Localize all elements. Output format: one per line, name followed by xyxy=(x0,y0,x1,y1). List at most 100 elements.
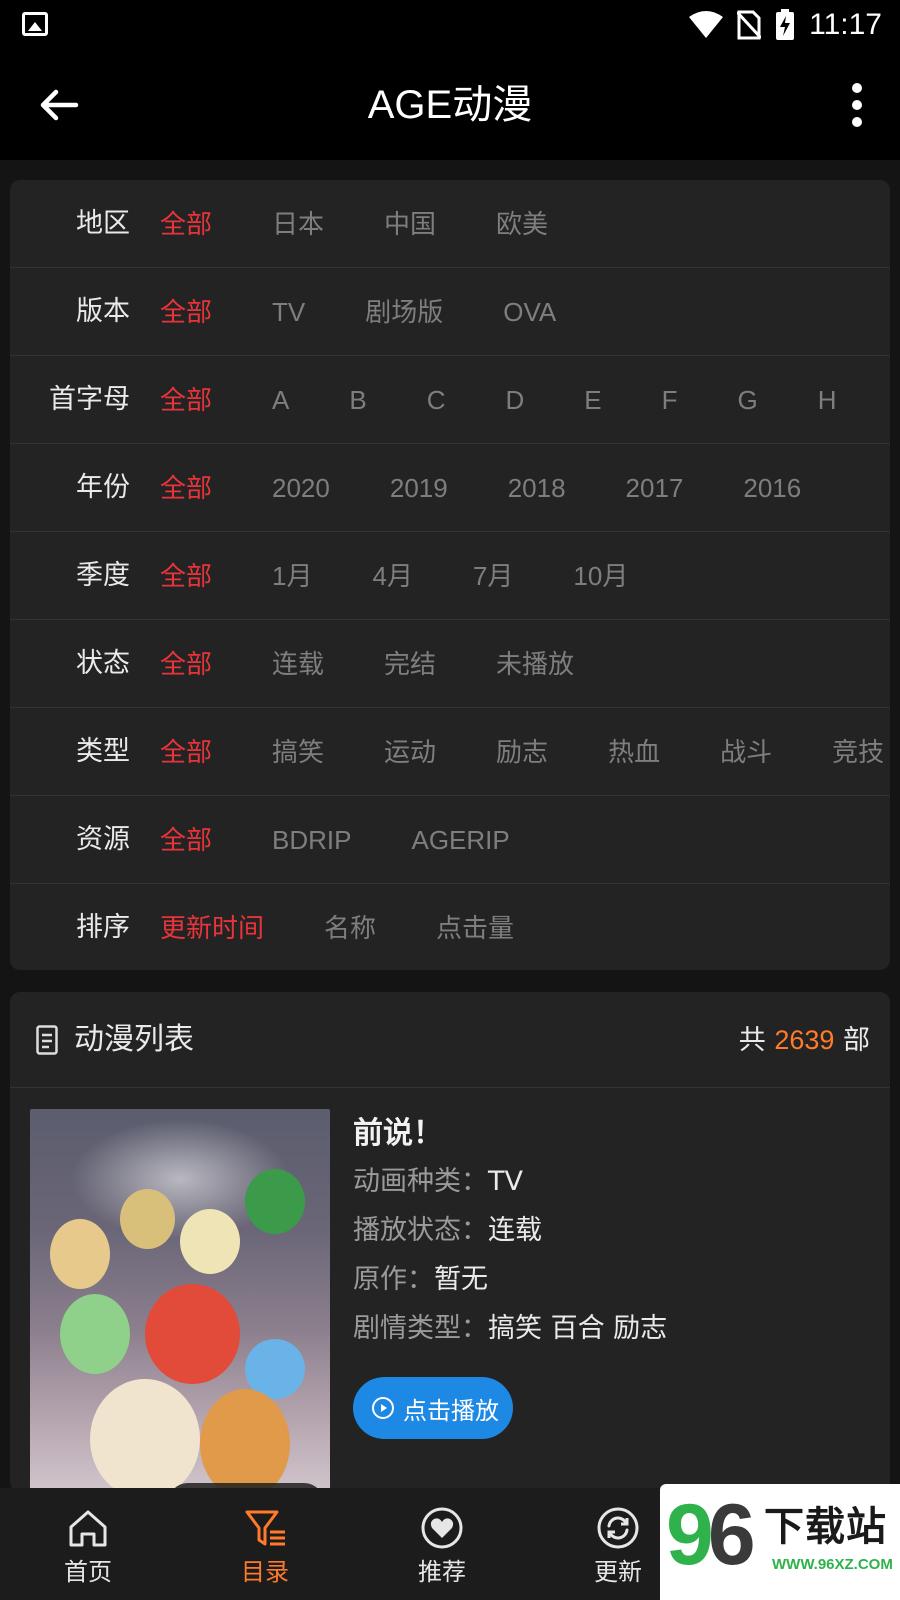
filter-option[interactable]: TV xyxy=(272,268,305,356)
filter-list-icon xyxy=(245,1510,285,1546)
filter-option[interactable]: 1月 xyxy=(272,532,312,620)
status-icons: 11:17 xyxy=(689,8,882,42)
play-button[interactable]: 点击播放 xyxy=(353,1377,513,1439)
filter-option[interactable]: 欧美 xyxy=(496,180,548,268)
refresh-icon xyxy=(597,1507,639,1549)
filter-option[interactable]: 未播放 xyxy=(496,620,574,708)
filter-row: 状态 全部 连载 完结 未播放 xyxy=(10,620,890,708)
watermark-96: 96 xyxy=(666,1487,756,1583)
filter-option[interactable]: 2018 xyxy=(508,444,566,532)
filter-option[interactable]: D xyxy=(505,356,524,444)
field-genre: 剧情类型：搞笑 百合 励志 xyxy=(353,1313,668,1344)
anime-list-card: 动漫列表 共 2639 部 02:00 第6话 前说！ 动画种类：TV 播放状态… xyxy=(10,992,890,1492)
filter-option[interactable]: H xyxy=(818,356,837,444)
filter-options: 更新时间 名称 点击量 xyxy=(160,884,574,970)
clock: 11:17 xyxy=(809,8,882,41)
filter-option[interactable]: 全部 xyxy=(160,620,212,708)
filter-option[interactable]: 4月 xyxy=(372,532,412,620)
filter-options: 全部 连载 完结 未播放 xyxy=(160,620,634,708)
filter-option[interactable]: 更新时间 xyxy=(160,884,264,970)
list-title: 动漫列表 xyxy=(74,1022,194,1057)
gallery-notification-icon xyxy=(22,12,48,36)
status-bar: 11:17 xyxy=(0,0,900,50)
filter-option[interactable]: 战斗 xyxy=(720,708,772,796)
filter-option[interactable]: 全部 xyxy=(160,532,212,620)
filter-option[interactable]: E xyxy=(584,356,601,444)
filter-option[interactable]: 全部 xyxy=(160,444,212,532)
filter-option[interactable]: 7月 xyxy=(473,532,513,620)
watermark-logo: 96 下载站 WWW.96XZ.COM xyxy=(660,1484,900,1600)
document-icon xyxy=(36,1025,58,1055)
count-number: 2639 xyxy=(774,1025,835,1055)
filter-option[interactable]: 全部 xyxy=(160,180,212,268)
nav-catalog[interactable]: 目录 xyxy=(195,1488,335,1600)
filter-option[interactable]: 全部 xyxy=(160,356,212,444)
field-type: 动画种类：TV xyxy=(353,1166,523,1197)
filter-option[interactable]: 点击量 xyxy=(436,884,514,970)
filter-option[interactable]: 2020 xyxy=(272,444,330,532)
battery-charging-icon xyxy=(776,9,795,40)
filter-option[interactable]: 全部 xyxy=(160,268,212,356)
filter-option[interactable]: 连载 xyxy=(272,620,324,708)
filter-option[interactable]: F xyxy=(662,356,678,444)
nav-home-label: 首页 xyxy=(64,1558,112,1586)
filter-option[interactable]: 全部 xyxy=(160,708,212,796)
filter-option[interactable]: A xyxy=(272,356,289,444)
list-header: 动漫列表 共 2639 部 xyxy=(10,992,890,1088)
filter-option[interactable]: 竞技 xyxy=(832,708,884,796)
filter-option[interactable]: C xyxy=(427,356,446,444)
filter-label: 年份 xyxy=(76,472,130,503)
filter-option[interactable]: 2019 xyxy=(390,444,448,532)
filter-option[interactable]: 热血 xyxy=(608,708,660,796)
page-title: AGE动漫 xyxy=(367,83,533,127)
filter-option[interactable]: 名称 xyxy=(324,884,376,970)
filter-options: 全部 1月 4月 7月 10月 xyxy=(160,532,688,620)
filter-label: 季度 xyxy=(76,560,130,591)
filter-row: 资源 全部 BDRIP AGERIP xyxy=(10,796,890,884)
home-icon xyxy=(69,1510,107,1547)
total-count: 共 2639 部 xyxy=(738,1025,870,1056)
filter-option[interactable]: 10月 xyxy=(573,532,628,620)
nav-catalog-label: 目录 xyxy=(241,1558,289,1586)
filter-option[interactable]: BDRIP xyxy=(272,796,351,884)
filter-label: 资源 xyxy=(76,824,130,855)
filter-label: 排序 xyxy=(76,912,130,943)
filter-option[interactable]: 完结 xyxy=(384,620,436,708)
anime-title[interactable]: 前说！ xyxy=(353,1111,667,1157)
list-item[interactable]: 02:00 第6话 前说！ 动画种类：TV 播放状态：连载 原作：暂无 剧情类型… xyxy=(10,1089,890,1492)
filter-row: 类型 全部 搞笑 运动 励志 热血 战斗 竞技 xyxy=(10,708,890,796)
filter-option[interactable]: AGERIP xyxy=(411,796,509,884)
wifi-icon xyxy=(689,11,724,38)
anime-info: 前说！ 动画种类：TV 播放状态：连载 原作：暂无 剧情类型：搞笑 百合 励志 xyxy=(353,1111,667,1353)
filter-option[interactable]: B xyxy=(349,356,366,444)
filter-option[interactable]: 搞笑 xyxy=(272,708,324,796)
filter-options: 全部 搞笑 运动 励志 热血 战斗 竞技 xyxy=(160,708,890,796)
filter-row: 季度 全部 1月 4月 7月 10月 xyxy=(10,532,890,620)
anime-poster[interactable]: 02:00 第6话 xyxy=(30,1109,330,1492)
filter-label: 状态 xyxy=(76,648,130,679)
filter-row: 地区 全部 日本 中国 欧美 xyxy=(10,180,890,268)
filter-option[interactable]: 剧场版 xyxy=(365,268,443,356)
nav-home[interactable]: 首页 xyxy=(18,1488,158,1600)
play-circle-icon xyxy=(372,1397,394,1419)
filter-panel: 地区 全部 日本 中国 欧美 版本 全部 TV 剧场版 OVA 首字母 全部 A B C D E F G H 年份 全部 2… xyxy=(10,180,890,970)
filter-row: 首字母 全部 A B C D E F G H xyxy=(10,356,890,444)
nav-recommend[interactable]: 推荐 xyxy=(372,1488,512,1600)
filter-options: 全部 TV 剧场版 OVA xyxy=(160,268,616,356)
filter-option[interactable]: G xyxy=(738,356,758,444)
more-vert-icon[interactable] xyxy=(850,82,864,128)
filter-label: 类型 xyxy=(76,736,130,767)
filter-option[interactable]: 励志 xyxy=(496,708,548,796)
filter-option[interactable]: 日本 xyxy=(272,180,324,268)
filter-option[interactable]: 2016 xyxy=(743,444,801,532)
field-original: 原作：暂无 xyxy=(353,1264,488,1295)
filter-option[interactable]: OVA xyxy=(503,268,556,356)
heart-icon xyxy=(421,1507,463,1549)
filter-option[interactable]: 中国 xyxy=(384,180,436,268)
filter-option[interactable]: 2017 xyxy=(626,444,684,532)
filter-option[interactable]: 运动 xyxy=(384,708,436,796)
filter-row: 年份 全部 2020 2019 2018 2017 2016 xyxy=(10,444,890,532)
filter-option[interactable]: 全部 xyxy=(160,796,212,884)
play-button-label: 点击播放 xyxy=(403,1396,499,1425)
filter-row: 版本 全部 TV 剧场版 OVA xyxy=(10,268,890,356)
